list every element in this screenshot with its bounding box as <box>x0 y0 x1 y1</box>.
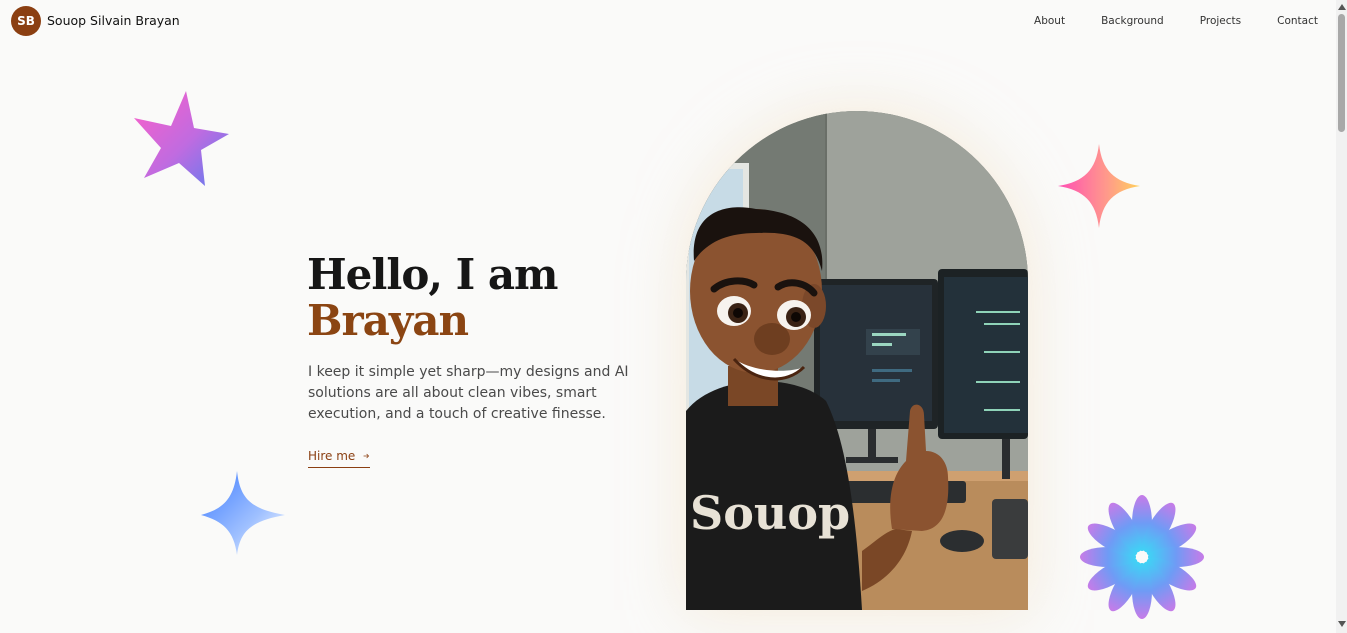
nav-background[interactable]: Background <box>1101 15 1164 27</box>
flower-icon <box>1080 495 1204 619</box>
arrow-right-icon <box>363 453 370 459</box>
shirt-text: Souop <box>690 486 850 540</box>
hero-name: Brayan <box>307 296 469 345</box>
hero-heading: Hello, I am Brayan <box>307 252 558 344</box>
portrait-image: Souop <box>686 111 1028 610</box>
sparkle-icon <box>201 471 285 555</box>
logo-avatar[interactable]: SB <box>11 6 41 36</box>
star-icon <box>134 91 229 186</box>
sparkle-icon <box>1058 144 1140 228</box>
hire-me-button[interactable]: Hire me <box>308 449 370 468</box>
nav-contact[interactable]: Contact <box>1277 15 1318 27</box>
hero-greeting: Hello, I am <box>307 250 558 299</box>
main-nav: About Background Projects Contact <box>998 15 1318 27</box>
nav-projects[interactable]: Projects <box>1200 15 1241 27</box>
hero-description: I keep it simple yet sharp—my designs an… <box>308 364 629 422</box>
brand-name[interactable]: Souop Silvain Brayan <box>47 13 180 28</box>
avatar-illustration: Souop <box>686 111 1028 610</box>
site-header: SB Souop Silvain Brayan About Background… <box>0 0 1336 42</box>
scroll-up-icon[interactable] <box>1338 4 1346 10</box>
scroll-thumb[interactable] <box>1338 14 1345 132</box>
nav-about[interactable]: About <box>1034 15 1065 27</box>
hire-me-label: Hire me <box>308 449 356 463</box>
scroll-down-icon[interactable] <box>1338 621 1346 627</box>
page-scrollbar[interactable] <box>1336 0 1347 633</box>
